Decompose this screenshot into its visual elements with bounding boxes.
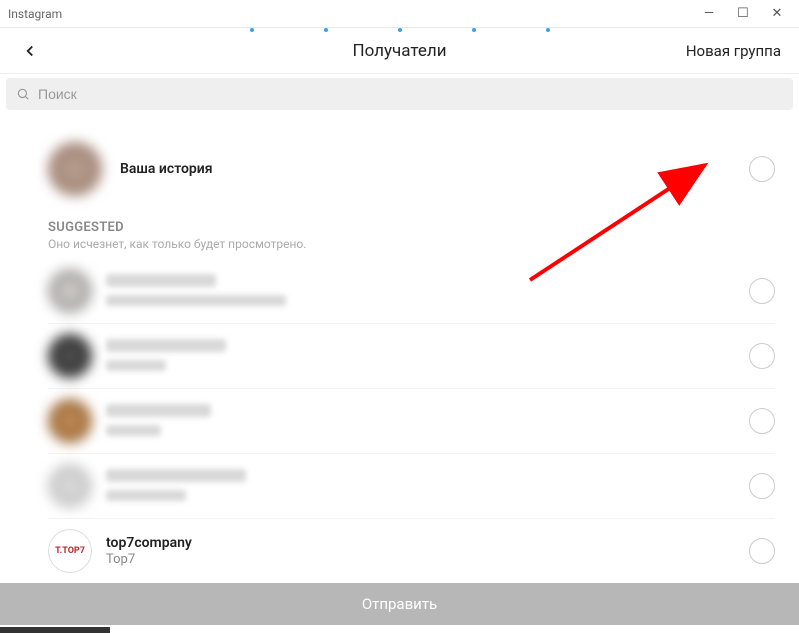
username: top7company	[106, 535, 735, 551]
user-radio[interactable]	[749, 473, 775, 499]
list-item[interactable]	[48, 389, 775, 454]
user-text: top7company Top7	[106, 535, 735, 567]
window-title: Instagram	[8, 7, 701, 21]
new-group-button[interactable]: Новая группа	[686, 42, 781, 60]
display-name: Top7	[106, 552, 735, 567]
avatar	[48, 269, 92, 313]
search-container	[0, 74, 799, 114]
suggested-label: SUGGESTED	[48, 220, 775, 235]
obscured-display	[106, 490, 186, 501]
chevron-left-icon	[21, 42, 39, 60]
search-input[interactable]	[38, 86, 783, 102]
search-box[interactable]	[6, 78, 793, 110]
send-button[interactable]: Отправить	[0, 583, 799, 625]
recipients-list: Ваша история SUGGESTED Оно исчезнет, как…	[0, 114, 799, 585]
avatar	[48, 334, 92, 378]
progress-bar	[0, 627, 110, 633]
list-item[interactable]: T.TOP7 top7company Top7	[48, 519, 775, 584]
obscured-display	[106, 295, 286, 306]
your-story-text: Ваша история	[120, 161, 731, 177]
page-title: Получатели	[352, 41, 446, 61]
suggested-section: SUGGESTED Оно исчезнет, как только будет…	[48, 220, 775, 251]
list-item[interactable]	[48, 324, 775, 389]
user-text	[106, 272, 735, 310]
obscured-username	[106, 404, 211, 417]
user-text	[106, 402, 735, 440]
maximize-icon[interactable]: ☐	[735, 6, 751, 21]
obscured-username	[106, 339, 226, 352]
list-item[interactable]	[48, 259, 775, 324]
back-button[interactable]	[18, 39, 42, 63]
user-radio[interactable]	[749, 408, 775, 434]
your-story-radio[interactable]	[749, 156, 775, 182]
avatar	[48, 399, 92, 443]
titlebar: Instagram — ☐ ✕	[0, 0, 799, 28]
user-text	[106, 337, 735, 375]
user-radio[interactable]	[749, 278, 775, 304]
obscured-username	[106, 274, 216, 287]
list-item[interactable]	[48, 454, 775, 519]
close-icon[interactable]: ✕	[769, 6, 785, 21]
obscured-display	[106, 360, 166, 371]
search-icon	[16, 87, 30, 101]
your-story-row[interactable]: Ваша история	[48, 124, 775, 220]
suggested-sublabel: Оно исчезнет, как только будет просмотре…	[48, 237, 775, 251]
obscured-username	[106, 469, 246, 482]
avatar	[48, 464, 92, 508]
send-label: Отправить	[362, 595, 437, 613]
user-text	[106, 467, 735, 505]
avatar: T.TOP7	[48, 529, 92, 573]
window-controls: — ☐ ✕	[701, 6, 791, 21]
user-radio[interactable]	[749, 538, 775, 564]
user-radio[interactable]	[749, 343, 775, 369]
header: Получатели Новая группа	[0, 28, 799, 74]
your-story-avatar	[48, 142, 102, 196]
your-story-label: Ваша история	[120, 161, 731, 177]
minimize-icon[interactable]: —	[701, 6, 717, 21]
obscured-display	[106, 425, 161, 436]
